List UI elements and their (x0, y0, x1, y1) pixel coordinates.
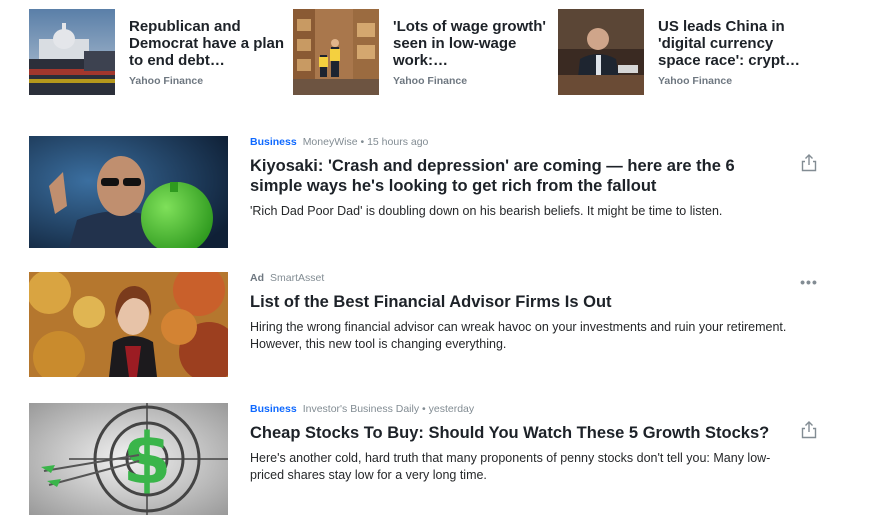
hearing-thumbnail[interactable] (558, 9, 644, 95)
article-meta: Business MoneyWise • 15 hours ago (250, 136, 790, 150)
article-meta: Business Investor's Business Daily • yest… (250, 403, 790, 417)
advertiser-label: SmartAsset (270, 272, 325, 284)
top-story-source: Yahoo Finance (393, 75, 468, 87)
top-story-title[interactable]: US leads China in 'digital currency spac… (658, 18, 818, 69)
stocks-thumbnail[interactable]: $ (29, 403, 228, 515)
ad-summary: Hiring the wrong financial advisor can w… (250, 320, 787, 351)
article-summary: 'Rich Dad Poor Dad' is doubling down on … (250, 204, 723, 218)
share-icon[interactable] (799, 153, 819, 173)
top-story-title[interactable]: 'Lots of wage growth' seen in low-wage w… (393, 18, 553, 69)
article-headline[interactable]: Cheap Stocks To Buy: Should You Watch Th… (250, 423, 790, 443)
advisor-thumbnail[interactable] (29, 272, 228, 377)
timestamp: 15 hours ago (367, 136, 429, 148)
publisher-label: MoneyWise (302, 136, 358, 148)
ad-meta: Ad SmartAsset (250, 272, 790, 286)
top-story-source: Yahoo Finance (658, 75, 733, 87)
top-story-title[interactable]: Republican and Democrat have a plan to e… (129, 18, 289, 69)
meta-separator: • (360, 136, 365, 148)
feed-item[interactable]: $ Business Investor's Business Daily • ye… (29, 403, 829, 515)
feed-item[interactable]: Business MoneyWise • 15 hours ago Kiyosak… (29, 136, 829, 248)
ad-label: Ad (250, 272, 264, 284)
publisher-label: Investor's Business Daily (302, 403, 420, 415)
timestamp: yesterday (428, 403, 475, 415)
category-label[interactable]: Business (250, 136, 297, 148)
capitol-thumbnail[interactable] (29, 9, 115, 95)
meta-separator: • (422, 403, 426, 415)
top-stories-row: Republican and Democrat have a plan to e… (29, 9, 829, 97)
article-headline[interactable]: Kiyosaki: 'Crash and depression' are com… (250, 156, 790, 196)
svg-text:$: $ (123, 418, 172, 500)
more-options-icon[interactable]: ••• (799, 272, 819, 292)
ad-headline[interactable]: List of the Best Financial Advisor Firms… (250, 292, 790, 312)
more-options-glyph: ••• (800, 274, 818, 290)
feed-item-ad[interactable]: Ad SmartAsset List of the Best Financial … (29, 272, 829, 378)
kiyosaki-thumbnail[interactable] (29, 136, 228, 248)
top-story-source: Yahoo Finance (129, 75, 204, 87)
share-icon[interactable] (799, 420, 819, 440)
article-summary: Here's another cold, hard truth that man… (250, 451, 771, 482)
warehouse-thumbnail[interactable] (293, 9, 379, 95)
category-label[interactable]: Business (250, 403, 297, 415)
